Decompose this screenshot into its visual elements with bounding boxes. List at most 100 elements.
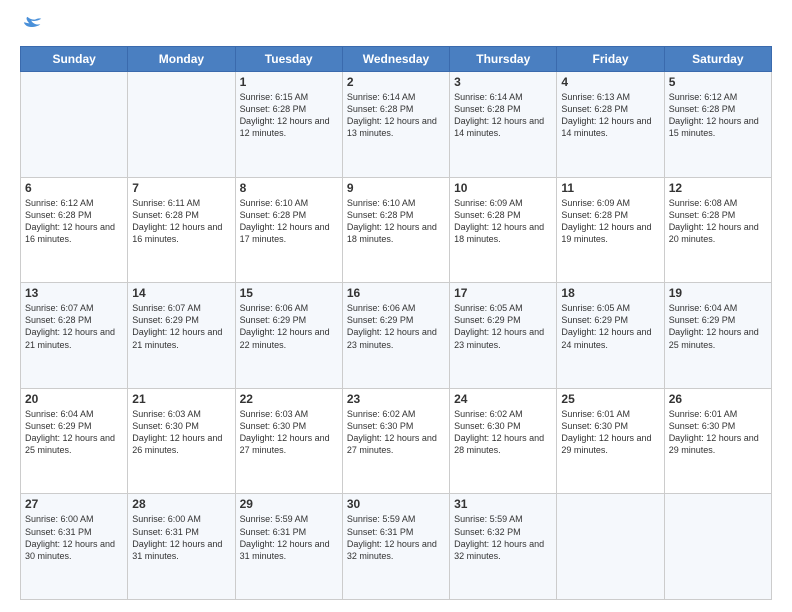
day-number: 2 (347, 75, 445, 89)
day-info: Sunrise: 5:59 AM Sunset: 6:31 PM Dayligh… (240, 513, 338, 562)
calendar-day-cell: 28Sunrise: 6:00 AM Sunset: 6:31 PM Dayli… (128, 494, 235, 600)
day-info: Sunrise: 6:00 AM Sunset: 6:31 PM Dayligh… (25, 513, 123, 562)
calendar-day-cell: 1 Sunrise: 6:15 AM Sunset: 6:28 PM Daylig… (235, 72, 342, 178)
day-info: Sunrise: 6:10 AM Sunset: 6:28 PM Dayligh… (347, 197, 445, 246)
calendar-day-header: Tuesday (235, 47, 342, 72)
day-number: 20 (25, 392, 123, 406)
calendar-day-cell: 14Sunrise: 6:07 AM Sunset: 6:29 PM Dayli… (128, 283, 235, 389)
calendar-day-header: Saturday (664, 47, 771, 72)
day-info: Sunrise: 6:10 AM Sunset: 6:28 PM Dayligh… (240, 197, 338, 246)
day-info: Sunrise: 5:59 AM Sunset: 6:32 PM Dayligh… (454, 513, 552, 562)
day-info: Sunrise: 6:09 AM Sunset: 6:28 PM Dayligh… (561, 197, 659, 246)
calendar-day-cell (664, 494, 771, 600)
day-number: 16 (347, 286, 445, 300)
calendar-week-row: 1 Sunrise: 6:15 AM Sunset: 6:28 PM Daylig… (21, 72, 772, 178)
day-info: Sunrise: 6:01 AM Sunset: 6:30 PM Dayligh… (561, 408, 659, 457)
calendar-day-cell: 21 Sunrise: 6:03 AM Sunset: 6:30 PM Dayli… (128, 388, 235, 494)
day-info: Sunrise: 6:11 AM Sunset: 6:28 PM Dayligh… (132, 197, 230, 246)
calendar-day-cell: 31 Sunrise: 5:59 AM Sunset: 6:32 PM Dayli… (450, 494, 557, 600)
day-number: 27 (25, 497, 123, 511)
calendar-day-cell (21, 72, 128, 178)
day-info: Sunrise: 6:08 AM Sunset: 6:28 PM Dayligh… (669, 197, 767, 246)
calendar-day-cell: 13 Sunrise: 6:07 AM Sunset: 6:28 PM Dayli… (21, 283, 128, 389)
day-info: Sunrise: 6:14 AM Sunset: 6:28 PM Dayligh… (454, 91, 552, 140)
header (20, 16, 772, 38)
day-number: 1 (240, 75, 338, 89)
calendar-day-cell: 7 Sunrise: 6:11 AM Sunset: 6:28 PM Daylig… (128, 177, 235, 283)
day-number: 30 (347, 497, 445, 511)
day-info: Sunrise: 6:05 AM Sunset: 6:29 PM Dayligh… (454, 302, 552, 351)
calendar-day-cell: 26Sunrise: 6:01 AM Sunset: 6:30 PM Dayli… (664, 388, 771, 494)
calendar-week-row: 27 Sunrise: 6:00 AM Sunset: 6:31 PM Dayli… (21, 494, 772, 600)
day-number: 18 (561, 286, 659, 300)
calendar-day-cell: 24 Sunrise: 6:02 AM Sunset: 6:30 PM Dayli… (450, 388, 557, 494)
calendar-day-cell: 19 Sunrise: 6:04 AM Sunset: 6:29 PM Dayli… (664, 283, 771, 389)
day-info: Sunrise: 6:09 AM Sunset: 6:28 PM Dayligh… (454, 197, 552, 246)
day-number: 4 (561, 75, 659, 89)
calendar-day-cell: 9 Sunrise: 6:10 AM Sunset: 6:28 PM Daylig… (342, 177, 449, 283)
page: SundayMondayTuesdayWednesdayThursdayFrid… (0, 0, 792, 612)
calendar-day-cell: 27 Sunrise: 6:00 AM Sunset: 6:31 PM Dayli… (21, 494, 128, 600)
calendar-day-cell: 20Sunrise: 6:04 AM Sunset: 6:29 PM Dayli… (21, 388, 128, 494)
day-info: Sunrise: 6:07 AM Sunset: 6:29 PM Dayligh… (132, 302, 230, 351)
calendar-day-header: Wednesday (342, 47, 449, 72)
calendar-table: SundayMondayTuesdayWednesdayThursdayFrid… (20, 46, 772, 600)
day-info: Sunrise: 6:02 AM Sunset: 6:30 PM Dayligh… (454, 408, 552, 457)
calendar-day-cell: 4 Sunrise: 6:13 AM Sunset: 6:28 PM Daylig… (557, 72, 664, 178)
calendar-day-header: Monday (128, 47, 235, 72)
day-info: Sunrise: 6:02 AM Sunset: 6:30 PM Dayligh… (347, 408, 445, 457)
calendar-day-cell: 8 Sunrise: 6:10 AM Sunset: 6:28 PM Daylig… (235, 177, 342, 283)
calendar-day-cell: 10 Sunrise: 6:09 AM Sunset: 6:28 PM Dayli… (450, 177, 557, 283)
day-info: Sunrise: 6:03 AM Sunset: 6:30 PM Dayligh… (132, 408, 230, 457)
day-number: 8 (240, 181, 338, 195)
day-info: Sunrise: 6:12 AM Sunset: 6:28 PM Dayligh… (25, 197, 123, 246)
logo-bird-icon (22, 16, 44, 38)
calendar-day-cell: 17 Sunrise: 6:05 AM Sunset: 6:29 PM Dayli… (450, 283, 557, 389)
calendar-day-header: Friday (557, 47, 664, 72)
day-number: 7 (132, 181, 230, 195)
calendar-day-cell: 2Sunrise: 6:14 AM Sunset: 6:28 PM Daylig… (342, 72, 449, 178)
calendar-day-cell: 3Sunrise: 6:14 AM Sunset: 6:28 PM Daylig… (450, 72, 557, 178)
day-number: 31 (454, 497, 552, 511)
day-number: 29 (240, 497, 338, 511)
calendar-day-cell (128, 72, 235, 178)
day-number: 11 (561, 181, 659, 195)
calendar-day-cell: 30Sunrise: 5:59 AM Sunset: 6:31 PM Dayli… (342, 494, 449, 600)
calendar-day-cell: 12 Sunrise: 6:08 AM Sunset: 6:28 PM Dayli… (664, 177, 771, 283)
day-number: 23 (347, 392, 445, 406)
calendar-day-header: Sunday (21, 47, 128, 72)
day-number: 25 (561, 392, 659, 406)
calendar-day-cell: 18 Sunrise: 6:05 AM Sunset: 6:29 PM Dayli… (557, 283, 664, 389)
calendar-week-row: 20Sunrise: 6:04 AM Sunset: 6:29 PM Dayli… (21, 388, 772, 494)
calendar-header-row: SundayMondayTuesdayWednesdayThursdayFrid… (21, 47, 772, 72)
day-number: 12 (669, 181, 767, 195)
day-number: 24 (454, 392, 552, 406)
logo (20, 16, 44, 38)
day-number: 13 (25, 286, 123, 300)
day-number: 19 (669, 286, 767, 300)
day-info: Sunrise: 6:13 AM Sunset: 6:28 PM Dayligh… (561, 91, 659, 140)
calendar-day-header: Thursday (450, 47, 557, 72)
day-info: Sunrise: 6:01 AM Sunset: 6:30 PM Dayligh… (669, 408, 767, 457)
day-info: Sunrise: 6:12 AM Sunset: 6:28 PM Dayligh… (669, 91, 767, 140)
day-info: Sunrise: 6:07 AM Sunset: 6:28 PM Dayligh… (25, 302, 123, 351)
calendar-day-cell: 23 Sunrise: 6:02 AM Sunset: 6:30 PM Dayli… (342, 388, 449, 494)
day-number: 9 (347, 181, 445, 195)
day-number: 17 (454, 286, 552, 300)
day-info: Sunrise: 6:15 AM Sunset: 6:28 PM Dayligh… (240, 91, 338, 140)
calendar-week-row: 13 Sunrise: 6:07 AM Sunset: 6:28 PM Dayli… (21, 283, 772, 389)
day-number: 21 (132, 392, 230, 406)
day-info: Sunrise: 6:03 AM Sunset: 6:30 PM Dayligh… (240, 408, 338, 457)
calendar-day-cell: 16Sunrise: 6:06 AM Sunset: 6:29 PM Dayli… (342, 283, 449, 389)
calendar-week-row: 6 Sunrise: 6:12 AM Sunset: 6:28 PM Daylig… (21, 177, 772, 283)
day-info: Sunrise: 6:00 AM Sunset: 6:31 PM Dayligh… (132, 513, 230, 562)
day-info: Sunrise: 6:05 AM Sunset: 6:29 PM Dayligh… (561, 302, 659, 351)
day-number: 15 (240, 286, 338, 300)
calendar-day-cell: 5Sunrise: 6:12 AM Sunset: 6:28 PM Daylig… (664, 72, 771, 178)
day-number: 22 (240, 392, 338, 406)
day-number: 10 (454, 181, 552, 195)
day-info: Sunrise: 6:04 AM Sunset: 6:29 PM Dayligh… (669, 302, 767, 351)
calendar-day-cell: 6 Sunrise: 6:12 AM Sunset: 6:28 PM Daylig… (21, 177, 128, 283)
calendar-day-cell: 11 Sunrise: 6:09 AM Sunset: 6:28 PM Dayli… (557, 177, 664, 283)
day-number: 6 (25, 181, 123, 195)
